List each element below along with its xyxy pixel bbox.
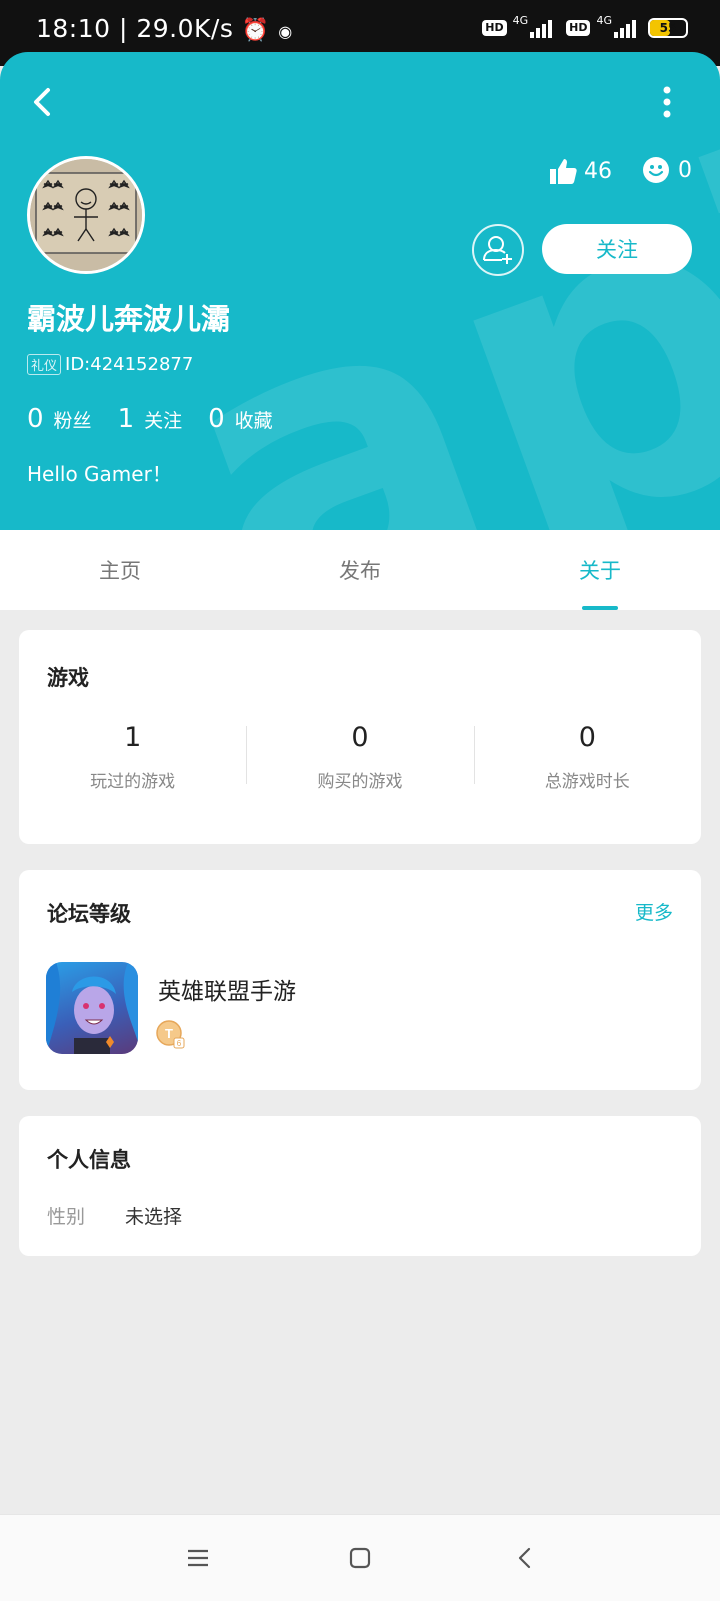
tab-about[interactable]: 关于 — [480, 530, 720, 610]
user-id-row: 礼仪 ID:424152877 — [27, 354, 193, 375]
signal-icon-2 — [614, 18, 636, 38]
battery-icon: 55 — [648, 18, 688, 38]
network-type-1: 4G — [512, 13, 529, 27]
user-bio: Hello Gamer！ — [27, 462, 172, 486]
likes-count: 46 — [584, 158, 612, 184]
played-games-stat[interactable]: 1 玩过的游戏 — [19, 722, 246, 792]
profile-stats: 0 粉丝 1 关注 0 收藏 — [27, 404, 273, 434]
gender-label: 性别 — [47, 1206, 86, 1228]
add-friend-button[interactable] — [472, 224, 524, 276]
add-user-icon — [483, 236, 512, 264]
record-icon: ◉ — [278, 22, 293, 41]
followers-stat[interactable]: 0 粉丝 — [27, 404, 92, 434]
system-nav-bar — [0, 1514, 720, 1601]
game-stats: 1 玩过的游戏 0 购买的游戏 0 总游戏时长 — [19, 722, 701, 792]
smile-icon — [643, 157, 669, 183]
profile-tabs: 主页 发布 关于 — [0, 530, 720, 610]
profile-header: apTa 46 0 关注 霸波儿奔波儿灞 礼仪 ID:424152877 0 粉… — [0, 52, 720, 530]
active-tab-indicator — [582, 606, 618, 610]
smile-counter[interactable]: 0 — [642, 156, 692, 184]
network-type-2: 4G — [596, 13, 612, 27]
svg-text:T: T — [165, 1026, 173, 1041]
purchased-games-stat[interactable]: 0 购买的游戏 — [246, 722, 473, 792]
hd-badge-2: HD — [566, 20, 591, 36]
watermark-logo: apTa — [119, 52, 720, 530]
signal-icon-1 — [530, 18, 553, 38]
more-options-icon[interactable] — [660, 84, 674, 120]
forum-level-card: 论坛等级 更多 英雄联盟手游 T 6 — [19, 870, 701, 1090]
nav-back-icon[interactable] — [512, 1545, 538, 1571]
more-link[interactable]: 更多 — [635, 898, 673, 925]
forum-card-title: 论坛等级 — [47, 902, 131, 926]
hd-badge-1: HD — [482, 20, 507, 36]
forum-level-badge-icon: T 6 — [156, 1020, 185, 1049]
smile-count: 0 — [678, 157, 692, 183]
thumbs-up-icon — [550, 159, 577, 184]
likes-counter[interactable]: 46 — [548, 156, 612, 186]
game-character-art — [46, 962, 138, 1054]
user-id: ID:424152877 — [65, 354, 194, 375]
game-app-icon[interactable] — [46, 962, 138, 1054]
etiquette-badge[interactable]: 礼仪 — [27, 354, 62, 375]
personal-info-card: 个人信息 性别 未选择 — [19, 1116, 701, 1256]
tab-home[interactable]: 主页 — [0, 530, 240, 610]
svg-text:6: 6 — [177, 1039, 182, 1048]
total-playtime-stat[interactable]: 0 总游戏时长 — [473, 722, 701, 792]
back-arrow-icon[interactable] — [24, 82, 64, 122]
menu-icon[interactable] — [185, 1545, 211, 1571]
gender-value: 未选择 — [125, 1206, 183, 1228]
status-icons: HD 4G HD 4G 55 — [482, 14, 688, 38]
following-stat[interactable]: 1 关注 — [118, 404, 183, 434]
home-icon[interactable] — [347, 1545, 373, 1571]
gender-row: 性别 未选择 — [47, 1202, 182, 1229]
username: 霸波儿奔波儿灞 — [27, 302, 231, 336]
status-time: 18:10 | 29.0K/s ⏰ ◉ — [36, 14, 293, 43]
favorites-stat[interactable]: 0 收藏 — [208, 404, 273, 434]
avatar-drawing — [30, 159, 142, 271]
games-card-title: 游戏 — [47, 666, 89, 690]
follow-button[interactable]: 关注 — [542, 224, 692, 274]
avatar[interactable] — [27, 156, 145, 274]
alarm-icon: ⏰ — [241, 18, 270, 43]
games-card: 游戏 1 玩过的游戏 0 购买的游戏 0 总游戏时长 — [19, 630, 701, 844]
personal-info-title: 个人信息 — [47, 1148, 131, 1172]
tab-posts[interactable]: 发布 — [240, 530, 480, 610]
game-name[interactable]: 英雄联盟手游 — [158, 972, 296, 1006]
